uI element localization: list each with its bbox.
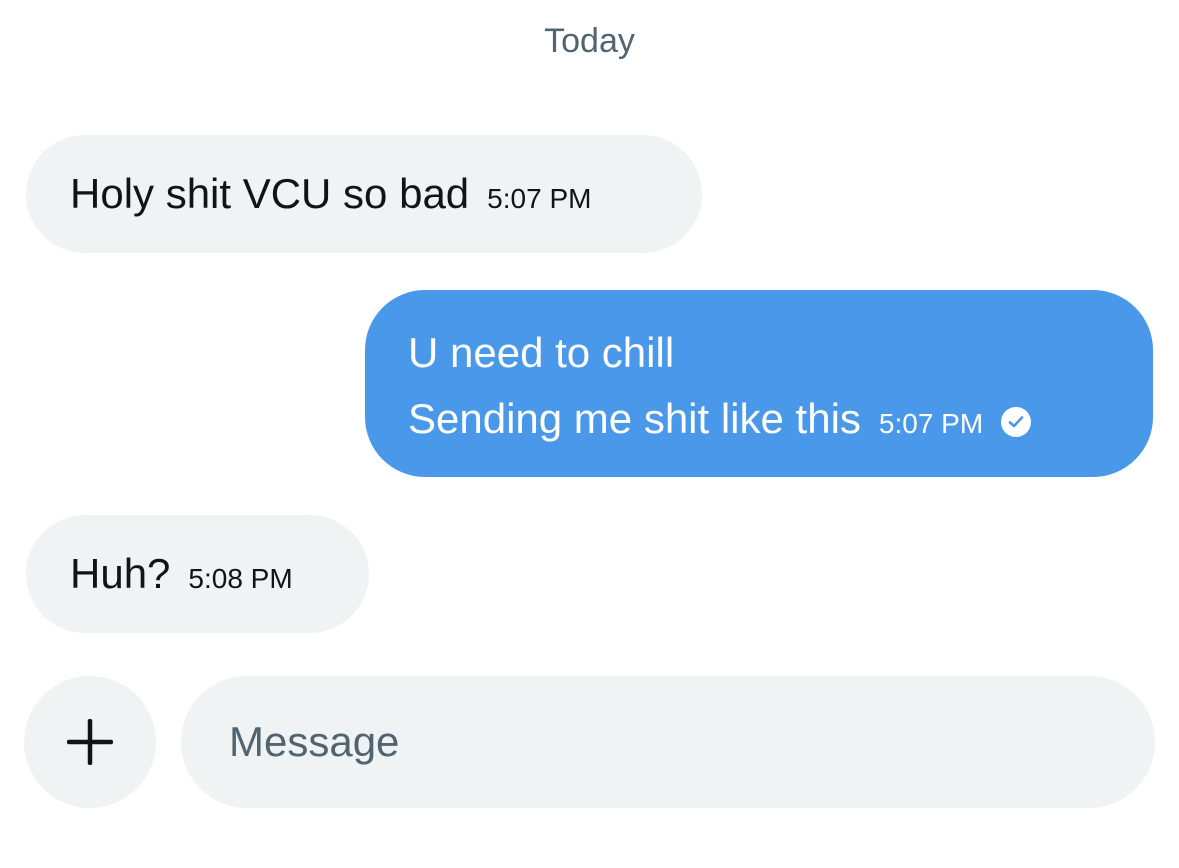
message-text: Holy shit VCU so bad xyxy=(70,170,470,217)
message-text: Huh? xyxy=(70,550,171,597)
read-check-icon xyxy=(1001,407,1032,437)
received-message-bubble[interactable]: Holy shit VCU so bad 5:07 PM xyxy=(26,135,702,253)
received-message-bubble[interactable]: Huh? 5:08 PM xyxy=(26,515,369,633)
message-timestamp: 5:08 PM xyxy=(188,563,293,594)
message-input-container[interactable] xyxy=(181,676,1155,808)
add-attachment-button[interactable] xyxy=(24,676,156,808)
conversation-view: Today Holy shit VCU so bad 5:07 PM U need… xyxy=(0,0,1179,868)
message-text: Sending me shit like this xyxy=(408,395,861,442)
date-divider: Today xyxy=(544,22,635,60)
message-timestamp: 5:07 PM xyxy=(878,408,984,439)
message-input[interactable] xyxy=(229,676,1109,808)
message-text: U need to chill xyxy=(408,329,675,376)
message-timestamp: 5:07 PM xyxy=(487,183,592,214)
sent-message-bubble[interactable]: U need to chill Sending me shit like thi… xyxy=(365,290,1153,477)
plus-icon xyxy=(67,719,113,765)
